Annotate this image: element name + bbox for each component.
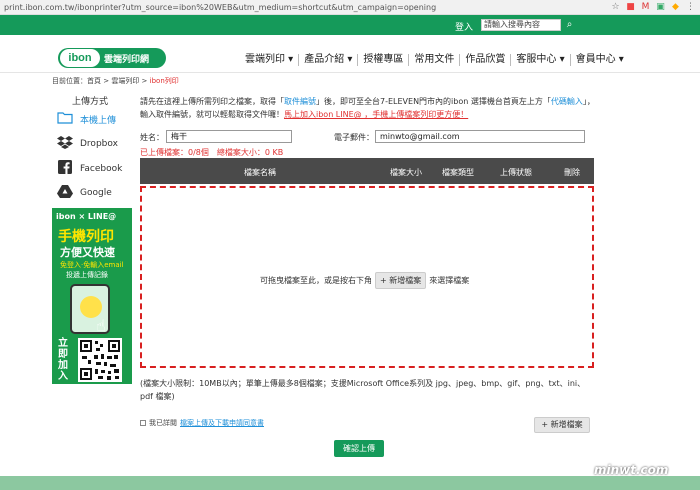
- folder-icon: [56, 111, 74, 128]
- sidebar-item-label: Google: [80, 188, 112, 198]
- column-file-name: 檔案名稱: [244, 168, 276, 177]
- banner-header: ibon × LINE@: [56, 212, 117, 221]
- top-utility-bar: 登入 請輸入搜尋內容 ⌕: [0, 15, 700, 35]
- file-table-header: 檔案名稱 檔案大小 檔案類型 上傳狀態 刪除: [140, 158, 594, 184]
- google-drive-icon: [56, 184, 74, 202]
- watermark: minwt.com: [594, 463, 669, 477]
- footer-bar: [0, 476, 700, 490]
- column-upload-status: 上傳狀態: [500, 168, 532, 177]
- drop-text-before: 可拖曳檔案至此，或是按右下角: [260, 276, 372, 285]
- search-icon[interactable]: ⌕: [563, 18, 576, 31]
- banner-feature: 投遞上傳記錄: [66, 271, 108, 279]
- nav-item-gallery[interactable]: 作品欣賞: [460, 54, 512, 66]
- breadcrumb-separator: >: [101, 77, 112, 85]
- line-promo-banner[interactable]: ibon × LINE@ 手機列印 方便又快速 免登入·免輸入email 投遞上…: [52, 208, 132, 384]
- file-limits-note: (檔案大小限制：10MB以內；單筆上傳最多8個檔案；支援Microsoft Of…: [140, 379, 586, 401]
- nav-item-products[interactable]: 產品介紹 ▾: [299, 54, 359, 66]
- banner-headline: 手機列印: [58, 229, 114, 245]
- sidebar-item-label: 本機上傳: [80, 115, 117, 126]
- column-delete: 刪除: [564, 168, 580, 177]
- breadcrumb-separator: >: [139, 77, 150, 85]
- menu-icon[interactable]: ⋮: [685, 2, 696, 13]
- star-icon[interactable]: ☆: [610, 2, 621, 13]
- file-drop-zone[interactable]: 可拖曳檔案至此，或是按右下角 + 新增檔案 來選擇檔案: [140, 186, 594, 368]
- upload-stats: 已上傳檔案：0/8個 總檔案大小：0 KB: [140, 148, 284, 157]
- facebook-icon: [56, 160, 74, 178]
- code-input-link[interactable]: 代碼輸入: [551, 97, 583, 106]
- search-input[interactable]: 請輸入搜尋內容: [481, 19, 561, 31]
- nav-item-support[interactable]: 客服中心 ▾: [511, 54, 571, 66]
- breadcrumb: 目前位置：首頁 > 雲端列印 > ibon列印: [52, 76, 179, 86]
- notice-text: 請先在這裡上傳所需列印之檔案，取得「: [140, 97, 284, 106]
- sidebar-item-label: Facebook: [80, 164, 123, 174]
- sidebar-item-facebook[interactable]: Facebook: [56, 158, 122, 180]
- sidebar-item-local-upload[interactable]: 本機上傳: [56, 108, 116, 130]
- pointer-hand-icon: ☝: [96, 316, 106, 335]
- logo-mark: ibon: [60, 49, 100, 67]
- agree-checkbox[interactable]: [140, 420, 146, 426]
- browser-extensions: ☆ ■ M ▣ ◆ ⋮: [610, 2, 696, 13]
- qr-code: [78, 338, 122, 382]
- logo-text: 雲端列印網: [104, 54, 150, 65]
- agree-label: 我已詳閱: [149, 419, 177, 427]
- phone-graphic: [80, 296, 102, 318]
- login-link[interactable]: 登入: [455, 20, 473, 33]
- drop-zone-instructions: 可拖曳檔案至此，或是按右下角 + 新增檔案 來選擇檔案: [260, 272, 469, 289]
- site-header: ibon 雲端列印網 雲端列印 ▾ 產品介紹 ▾ 授權專區 常用文件 作品欣賞 …: [0, 35, 700, 73]
- breadcrumb-prefix: 目前位置：: [52, 77, 87, 85]
- sidebar-item-dropbox[interactable]: Dropbox: [56, 133, 118, 155]
- column-file-type: 檔案類型: [442, 168, 474, 177]
- confirm-upload-button[interactable]: 確認上傳: [334, 440, 384, 457]
- drop-text-after: 來選擇檔案: [429, 276, 470, 285]
- breadcrumb-section[interactable]: 雲端列印: [111, 77, 139, 85]
- extension-icon[interactable]: ◆: [670, 2, 681, 13]
- notice-text: 」後，即可至全台7-ELEVEN門市內的ibon 選擇機台首頁左上方「: [316, 97, 551, 106]
- nav-item-cloud-print[interactable]: 雲端列印 ▾: [240, 54, 300, 66]
- extension-icon[interactable]: ■: [625, 2, 636, 13]
- dropbox-icon: [56, 135, 74, 153]
- upload-instructions: 請先在這裡上傳所需列印之檔案，取得「取件編號」後，即可至全台7-ELEVEN門市…: [140, 95, 595, 121]
- browser-address-bar[interactable]: print.ibon.com.tw/ibonprinter?utm_source…: [0, 0, 700, 15]
- main-nav: 雲端列印 ▾ 產品介紹 ▾ 授權專區 常用文件 作品欣賞 客服中心 ▾ 會員中心…: [240, 54, 629, 66]
- agreement-row: 我已詳閱 檔案上傳及下載申請同意書: [140, 418, 264, 428]
- line-join-link[interactable]: 馬上加入ibon LINE@ ，手機上傳檔案列印更方便！: [284, 110, 468, 119]
- name-field[interactable]: 梅干: [166, 130, 292, 143]
- gmail-icon[interactable]: M: [640, 2, 651, 13]
- add-file-inline-button[interactable]: + 新增檔案: [375, 272, 427, 289]
- pickup-code-link[interactable]: 取件編號: [284, 97, 316, 106]
- agreement-link[interactable]: 檔案上傳及下載申請同意書: [180, 418, 264, 428]
- email-field[interactable]: minwto@gmail.com: [375, 130, 585, 143]
- banner-cta: 立即加入: [58, 338, 68, 382]
- breadcrumb-current: ibon列印: [149, 77, 179, 85]
- email-label: 電子郵件：: [334, 133, 374, 142]
- nav-item-member[interactable]: 會員中心 ▾: [571, 54, 629, 66]
- banner-feature: 免登入·免輸入email: [60, 261, 124, 269]
- sidebar-item-google[interactable]: Google: [56, 182, 112, 204]
- name-label: 姓名：: [140, 133, 164, 142]
- add-file-button[interactable]: + 新增檔案: [534, 417, 590, 433]
- site-logo[interactable]: ibon 雲端列印網: [58, 48, 166, 68]
- url-text[interactable]: print.ibon.com.tw/ibonprinter?utm_source…: [4, 3, 436, 12]
- nav-item-license[interactable]: 授權專區: [358, 54, 410, 66]
- column-file-size: 檔案大小: [390, 168, 422, 177]
- breadcrumb-home[interactable]: 首頁: [87, 77, 101, 85]
- extension-icon[interactable]: ▣: [655, 2, 666, 13]
- sidebar-item-label: Dropbox: [80, 139, 118, 149]
- nav-item-documents[interactable]: 常用文件: [409, 54, 461, 66]
- upload-method-title: 上傳方式: [72, 97, 109, 107]
- banner-subheadline: 方便又快速: [60, 246, 115, 259]
